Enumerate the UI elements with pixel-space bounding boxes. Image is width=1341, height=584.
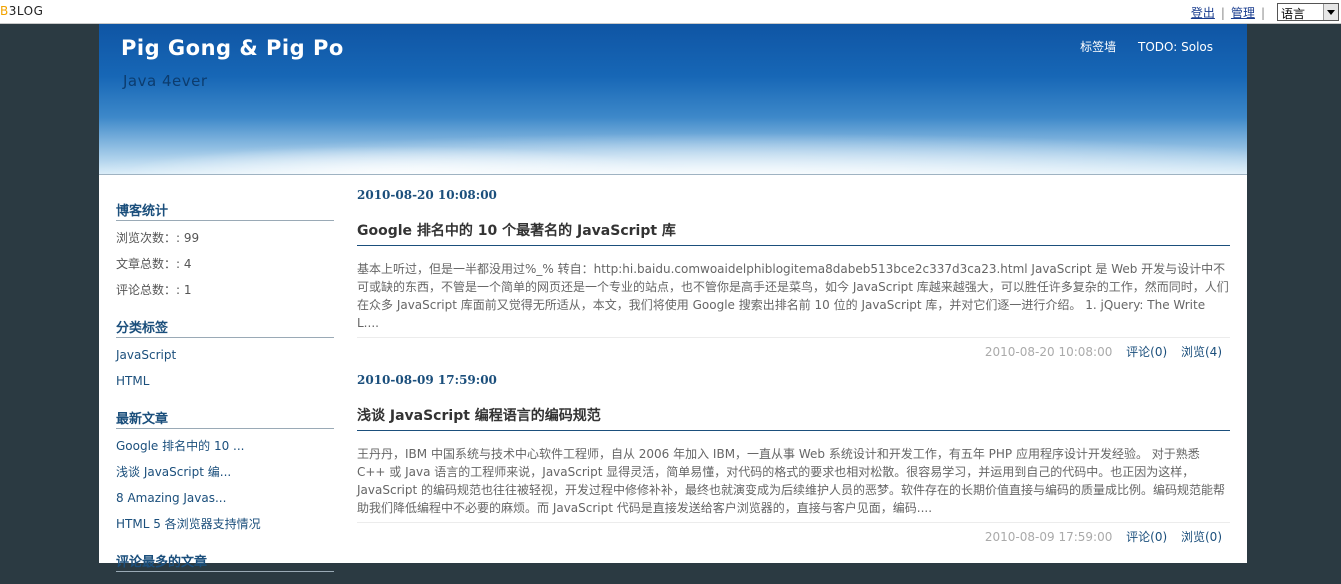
post: 2010-08-20 10:08:00 Google 排名中的 10 个最著名的… [357, 188, 1230, 373]
comments-link[interactable]: 评论(0) [1126, 345, 1167, 359]
post-date: 2010-08-09 17:59:00 [357, 373, 497, 387]
section-title: 评论最多的文章 [116, 551, 334, 572]
brand-logo-text: 3LOG [8, 4, 44, 18]
stat-comments: 评论总数：: 1 [116, 283, 192, 297]
recent-post-link[interactable]: 浅谈 JavaScript 编... [116, 461, 334, 487]
views-link[interactable]: 浏览(4) [1181, 345, 1222, 359]
language-select[interactable]: 语言 [1277, 3, 1339, 21]
recent-post-link[interactable]: Google 排名中的 10 ... [116, 435, 334, 461]
logout-link[interactable]: 登出 [1191, 6, 1215, 20]
page-container: Pig Gong & Pig Po Java 4ever 标签墙 TODO: S… [99, 24, 1247, 572]
post-excerpt: 基本上听过，但是一半都没用过%_% 转自：http:hi.baidu.comwo… [357, 260, 1230, 338]
comments-link[interactable]: 评论(0) [1126, 530, 1167, 544]
language-select-value: 语言 [1281, 7, 1306, 21]
admin-link[interactable]: 管理 [1231, 6, 1255, 20]
post-date: 2010-08-20 10:08:00 [357, 188, 497, 202]
section-title: 博客统计 [116, 200, 334, 221]
tags-section: 分类标签 JavaScript HTML [116, 317, 334, 396]
blog-title[interactable]: Pig Gong & Pig Po [121, 36, 344, 60]
recent-post-link[interactable]: 8 Amazing Javas... [116, 487, 334, 513]
separator: | [1260, 6, 1265, 20]
post-footer: 2010-08-20 10:08:00 评论(0) 浏览(4) [357, 338, 1230, 373]
brand-logo[interactable]: B3LOG [0, 4, 43, 18]
header-nav: 标签墙 TODO: Solos [1062, 38, 1213, 55]
recent-posts-section: 最新文章 Google 排名中的 10 ... 浅谈 JavaScript 编.… [116, 408, 334, 539]
nav-todo-solos[interactable]: TODO: Solos [1138, 40, 1213, 54]
post-title[interactable]: Google 排名中的 10 个最著名的 JavaScript 库 [357, 220, 1230, 246]
chevron-down-icon[interactable] [1323, 4, 1338, 20]
top-links: 登出 | 管理 | [1191, 4, 1271, 21]
most-commented-section: 评论最多的文章 [116, 551, 334, 572]
section-title: 最新文章 [116, 408, 334, 429]
post: 2010-08-09 17:59:00 浅谈 JavaScript 编程语言的编… [357, 373, 1230, 558]
top-bar: B3LOG 登出 | 管理 | 语言 [0, 0, 1341, 24]
post-list: 2010-08-20 10:08:00 Google 排名中的 10 个最著名的… [357, 188, 1230, 558]
tag-link[interactable]: HTML [116, 370, 334, 396]
recent-post-link[interactable]: HTML 5 各浏览器支持情况 [116, 513, 334, 539]
section-title: 分类标签 [116, 317, 334, 338]
brand-logo-letter: B [0, 4, 9, 18]
views-link[interactable]: 浏览(0) [1181, 530, 1222, 544]
blog-header: Pig Gong & Pig Po Java 4ever 标签墙 TODO: S… [99, 24, 1247, 175]
sidebar: 博客统计 浏览次数：: 99 文章总数：: 4 评论总数：: 1 分类标签 Ja… [116, 200, 334, 584]
separator: | [1220, 6, 1225, 20]
post-footer-date: 2010-08-09 17:59:00 [984, 530, 1113, 544]
post-excerpt: 王丹丹，IBM 中国系统与技术中心软件工程师，自从 2006 年加入 IBM，一… [357, 445, 1230, 523]
post-footer: 2010-08-09 17:59:00 评论(0) 浏览(0) [357, 523, 1230, 558]
stat-views: 浏览次数：: 99 [116, 231, 200, 245]
blog-stats-section: 博客统计 浏览次数：: 99 文章总数：: 4 评论总数：: 1 [116, 200, 334, 305]
stat-articles: 文章总数：: 4 [116, 257, 192, 271]
post-footer-date: 2010-08-20 10:08:00 [984, 345, 1113, 359]
tag-link[interactable]: JavaScript [116, 344, 334, 370]
post-title[interactable]: 浅谈 JavaScript 编程语言的编码规范 [357, 405, 1230, 431]
nav-tag-wall[interactable]: 标签墙 [1080, 40, 1116, 54]
blog-subtitle: Java 4ever [123, 72, 208, 90]
